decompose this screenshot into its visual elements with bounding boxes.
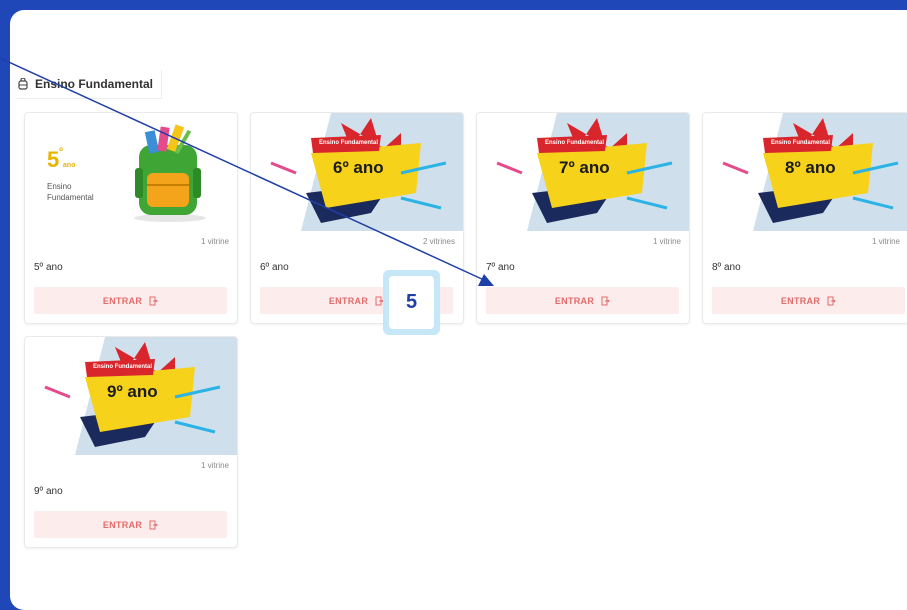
card-banner: Ensino Fundamental 7º ano (477, 113, 689, 231)
enter-label: ENTRAR (102, 295, 143, 306)
enter-label: ENTRAR (780, 295, 821, 306)
enter-button[interactable]: ENTRAR (486, 287, 679, 314)
course-card-5[interactable]: 5º ano Ensino Fundamental 1 vitrine 5º an… (24, 112, 238, 324)
enter-icon (149, 520, 158, 529)
banner-grade-ordinal: º (59, 147, 63, 158)
section-title: Ensino Fundamental (35, 77, 154, 91)
enter-icon (827, 296, 836, 305)
enter-icon (601, 296, 610, 305)
backpack-illustration (134, 124, 206, 222)
banner-label: 6º ano (333, 158, 384, 177)
enter-button[interactable]: ENTRAR (34, 287, 227, 314)
enter-label: ENTRAR (554, 295, 595, 306)
backpack-icon (18, 78, 28, 90)
card-count: 1 vitrine (871, 237, 900, 246)
banner-tag: Ensino Fundamental (319, 140, 379, 146)
card-name: 9º ano (34, 486, 63, 497)
banner-label: 8º ano (785, 158, 836, 177)
card-name: 5º ano (34, 262, 63, 273)
card-count: 1 vitrine (200, 461, 229, 470)
enter-button[interactable]: ENTRAR (34, 511, 227, 538)
banner-tag: Ensino Fundamental (93, 364, 153, 370)
card-banner: Ensino Fundamental 8º ano (703, 113, 907, 231)
card-banner: Ensino Fundamental 9º ano (25, 337, 237, 455)
card-count: 1 vitrine (652, 237, 681, 246)
banner-label: 9º ano (107, 382, 158, 401)
card-name: 7º ano (486, 262, 515, 273)
section-header: Ensino Fundamental (17, 70, 163, 99)
banner-tag: Ensino Fundamental (771, 140, 831, 146)
enter-button[interactable]: ENTRAR (712, 287, 905, 314)
banner-label: 7º ano (559, 158, 610, 177)
banner-grade-unit: ano (62, 162, 76, 169)
card-name: 6º ano (260, 262, 289, 273)
step-badge: 5 (383, 270, 440, 335)
banner-tag: Ensino Fundamental (545, 140, 605, 146)
card-name: 8º ano (712, 262, 741, 273)
card-banner: Ensino Fundamental 6º ano (251, 113, 463, 231)
card-banner: 5º ano Ensino Fundamental (25, 113, 237, 231)
card-count: 1 vitrine (200, 237, 229, 246)
enter-label: ENTRAR (102, 519, 143, 530)
banner-subtitle-1: Ensino (47, 182, 72, 191)
course-card-8[interactable]: Ensino Fundamental 8º ano 1 vitrine 8º a… (702, 112, 907, 324)
step-number: 5 (389, 276, 434, 329)
enter-label: ENTRAR (328, 295, 369, 306)
banner-subtitle-2: Fundamental (47, 193, 94, 202)
card-count: 2 vitrines (422, 237, 455, 246)
course-card-9[interactable]: Ensino Fundamental 9º ano 1 vitrine 9º a… (24, 336, 238, 548)
enter-icon (149, 296, 158, 305)
banner-grade-number: 5 (47, 147, 60, 172)
course-card-7[interactable]: Ensino Fundamental 7º ano 1 vitrine 7º a… (476, 112, 690, 324)
